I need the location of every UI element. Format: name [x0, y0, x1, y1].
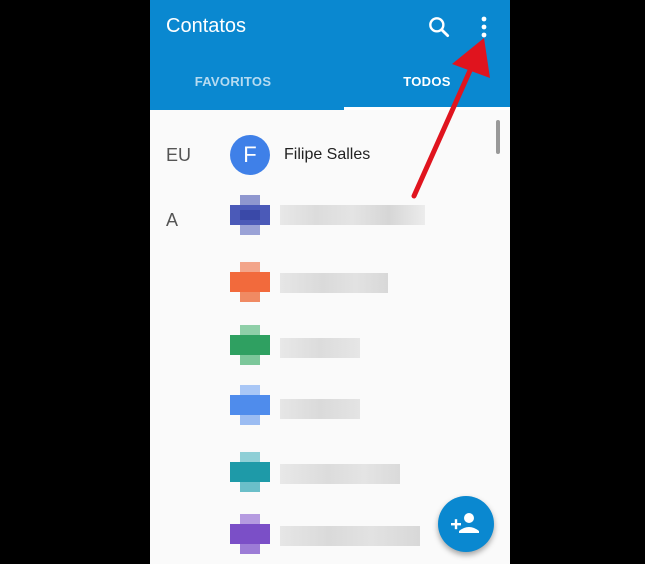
- avatar-blurred[interactable]: [230, 195, 270, 235]
- search-icon: [429, 17, 450, 38]
- contact-name-blurred[interactable]: [280, 205, 425, 225]
- app-bar: Contatos FAVORITOS TODOS: [150, 0, 510, 110]
- contact-name-blurred[interactable]: [280, 338, 360, 358]
- avatar-blurred[interactable]: [230, 325, 270, 365]
- app-title: Contatos: [166, 15, 247, 37]
- section-letter-eu: EU: [166, 145, 192, 165]
- more-vert-icon: [481, 16, 487, 38]
- more-options-button[interactable]: [472, 12, 496, 42]
- contact-name-blurred[interactable]: [280, 273, 388, 293]
- avatar-blurred[interactable]: [230, 514, 270, 554]
- avatar-blurred[interactable]: [230, 452, 270, 492]
- contact-name-blurred[interactable]: [280, 526, 420, 546]
- tab-todos[interactable]: TODOS: [344, 74, 510, 110]
- search-button[interactable]: [426, 14, 452, 40]
- tab-favoritos[interactable]: FAVORITOS: [150, 74, 316, 110]
- add-contact-button[interactable]: [438, 496, 494, 552]
- scrollbar[interactable]: [496, 120, 500, 154]
- contact-name-blurred[interactable]: [280, 399, 360, 419]
- avatar[interactable]: F: [230, 135, 270, 175]
- section-letter-a: A: [166, 210, 179, 230]
- tab-indicator: [344, 107, 510, 110]
- contact-name[interactable]: Filipe Salles: [284, 146, 370, 164]
- avatar-blurred[interactable]: [230, 385, 270, 425]
- person-add-icon: [451, 513, 479, 533]
- contact-name-blurred[interactable]: [280, 464, 400, 484]
- contacts-app: Contatos FAVORITOS TODOS EU F Filipe Sal…: [150, 0, 510, 564]
- avatar-blurred[interactable]: [230, 262, 270, 302]
